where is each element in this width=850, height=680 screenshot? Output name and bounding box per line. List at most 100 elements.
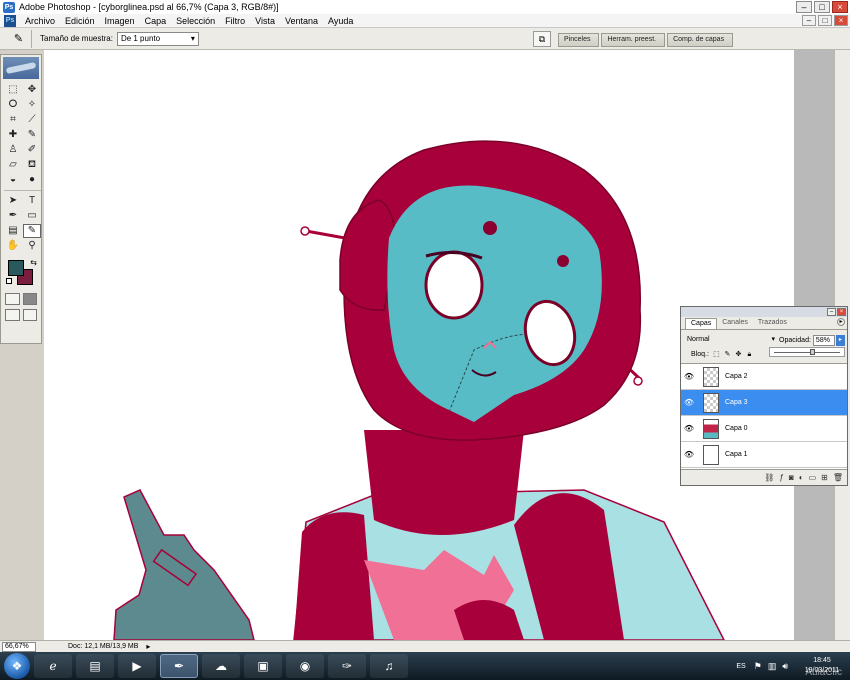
path-selection-tool-icon[interactable]: ➤ <box>4 194 22 208</box>
start-button[interactable]: ❖ <box>4 653 30 679</box>
palette-menu-icon[interactable]: ▸ <box>837 318 845 326</box>
zoom-tool-icon[interactable]: ⚲ <box>23 239 41 253</box>
layers-palette-titlebar[interactable]: – × <box>681 307 847 317</box>
new-layer-icon[interactable]: ⊞ <box>821 473 828 482</box>
tab-herram-preest[interactable]: Herram. preest. <box>601 33 666 47</box>
menu-seleccion[interactable]: Selección <box>171 16 220 26</box>
hand-tool-icon[interactable]: ✋ <box>4 239 22 253</box>
lock-image-icon[interactable]: ✎ <box>723 350 732 359</box>
visibility-eye-icon[interactable]: 👁︎ <box>683 424 695 433</box>
slice-tool-icon[interactable]: ⟋ <box>23 113 41 127</box>
zoom-level-field[interactable]: 66,67% <box>2 641 36 652</box>
screenshot-icon[interactable]: ▣ <box>244 654 282 678</box>
opacity-slider[interactable] <box>769 347 845 357</box>
tab-pinceles[interactable]: Pinceles <box>558 33 600 47</box>
visibility-eye-icon[interactable]: 👁︎ <box>683 398 695 407</box>
menu-imagen[interactable]: Imagen <box>100 16 140 26</box>
dodge-tool-icon[interactable]: ● <box>23 173 41 187</box>
layer-style-icon[interactable]: ƒ <box>779 473 783 482</box>
tab-trazados[interactable]: Trazados <box>753 318 792 329</box>
menu-capa[interactable]: Capa <box>140 16 172 26</box>
blend-mode-select[interactable]: Normal <box>685 335 777 346</box>
menu-vista[interactable]: Vista <box>250 16 280 26</box>
eraser-tool-icon[interactable]: ▱ <box>4 158 22 172</box>
menu-ventana[interactable]: Ventana <box>280 16 323 26</box>
left-eye <box>424 250 484 320</box>
doc-minimize-button[interactable]: – <box>802 15 816 26</box>
eyedropper-preset-icon[interactable]: ✎ <box>6 29 32 48</box>
doc-close-button[interactable]: × <box>834 15 848 26</box>
menu-archivo[interactable]: Archivo <box>20 16 60 26</box>
tab-canales[interactable]: Canales <box>717 318 753 329</box>
paint-bucket-tool-icon[interactable]: ⛾ <box>23 158 41 172</box>
layer-row[interactable]: 👁︎ Capa 1 <box>681 442 847 468</box>
itunes-icon[interactable]: ♫ <box>370 654 408 678</box>
eyedropper-tool-icon[interactable]: ✎ <box>23 224 41 238</box>
layer-row[interactable]: 👁︎ Capa 3 <box>681 390 847 416</box>
maximize-button[interactable]: □ <box>814 1 830 13</box>
layer-mask-icon[interactable]: ◙ <box>789 473 794 482</box>
type-tool-icon[interactable]: T <box>23 194 41 208</box>
ps-document-icon[interactable]: Ps <box>4 14 16 27</box>
standard-screen-mode-button[interactable] <box>5 309 20 321</box>
shape-tool-icon[interactable]: ▭ <box>23 209 41 223</box>
menu-filtro[interactable]: Filtro <box>220 16 250 26</box>
photoshop-cs-icon[interactable]: ✒ <box>160 654 198 678</box>
link-layers-icon[interactable]: ⛓ <box>764 473 774 482</box>
lasso-tool-icon[interactable]: ⵔ <box>4 98 22 112</box>
volume-icon[interactable]: 🔊︎ <box>782 661 788 672</box>
palette-dock-icon[interactable]: ⧉ <box>533 31 551 47</box>
default-colors-icon[interactable] <box>6 278 12 284</box>
doc-restore-button[interactable]: □ <box>818 15 832 26</box>
visibility-eye-icon[interactable]: 👁︎ <box>683 450 695 459</box>
menu-ayuda[interactable]: Ayuda <box>323 16 358 26</box>
swap-colors-icon[interactable]: ⇆ <box>30 258 37 267</box>
pen-tool-icon[interactable]: ✑ <box>328 654 366 678</box>
language-indicator[interactable]: ES <box>736 663 745 670</box>
delete-layer-icon[interactable]: 🗑︎ <box>833 473 843 482</box>
standard-mode-button[interactable] <box>5 293 20 305</box>
lock-all-icon[interactable]: 🔒︎ <box>745 350 754 359</box>
new-group-icon[interactable]: ▭ <box>809 473 817 482</box>
move-tool-icon[interactable]: ✥ <box>23 83 41 97</box>
close-button[interactable]: × <box>832 1 848 13</box>
media-player-icon[interactable]: ▶ <box>118 654 156 678</box>
marquee-tool-icon[interactable]: ⬚ <box>4 83 22 97</box>
brush-tool-icon[interactable]: ✎ <box>23 128 41 142</box>
crop-tool-icon[interactable]: ⌗ <box>4 113 22 127</box>
layer-row[interactable]: 👁︎ Capa 0 <box>681 416 847 442</box>
minimize-button[interactable]: – <box>796 1 812 13</box>
chrome-icon[interactable]: ◉ <box>286 654 324 678</box>
visibility-eye-icon[interactable]: 👁︎ <box>683 372 695 381</box>
notes-tool-icon[interactable]: ▤ <box>4 224 22 238</box>
blur-tool-icon[interactable]: ◒ <box>4 173 22 187</box>
palette-minimize-button[interactable]: – <box>827 308 836 316</box>
network-icon[interactable]: ☁ <box>202 654 240 678</box>
lock-transparency-icon[interactable]: ⬚ <box>712 350 721 359</box>
clone-stamp-tool-icon[interactable]: ♙ <box>4 143 22 157</box>
opacity-slider-thumb[interactable] <box>810 349 816 355</box>
folder-icon[interactable]: ▤ <box>76 654 114 678</box>
opacity-input[interactable]: 58% <box>812 334 835 346</box>
menu-edicion[interactable]: Edición <box>60 16 100 26</box>
pen-tool-icon[interactable]: ✒ <box>4 209 22 223</box>
tab-capas[interactable]: Capas <box>685 318 718 329</box>
opacity-dropdown-icon[interactable]: ▸ <box>835 334 845 346</box>
quick-mask-mode-button[interactable] <box>22 293 37 305</box>
status-menu-arrow-icon[interactable]: ▸ <box>146 642 150 651</box>
magic-wand-tool-icon[interactable]: ✧ <box>23 98 41 112</box>
layer-row[interactable]: 👁︎ Capa 2 <box>681 364 847 390</box>
toolbox-header[interactable] <box>3 57 39 79</box>
lock-position-icon[interactable]: ✥ <box>734 350 743 359</box>
palette-close-button[interactable]: × <box>837 308 846 316</box>
network-tray-icon[interactable]: ▥ <box>768 661 777 672</box>
healing-brush-tool-icon[interactable]: ✚ <box>4 128 22 142</box>
tab-comp-de-capas[interactable]: Comp. de capas <box>667 33 734 47</box>
foreground-color-swatch[interactable] <box>8 260 24 276</box>
full-screen-menu-mode-button[interactable] <box>22 309 37 321</box>
history-brush-tool-icon[interactable]: ✐ <box>23 143 41 157</box>
sample-size-select[interactable]: De 1 punto <box>116 31 199 46</box>
internet-explorer-icon[interactable]: ℯ <box>34 654 72 678</box>
action-center-icon[interactable]: ⚑ <box>754 661 762 672</box>
adjustment-layer-icon[interactable]: ◐ <box>799 473 804 482</box>
